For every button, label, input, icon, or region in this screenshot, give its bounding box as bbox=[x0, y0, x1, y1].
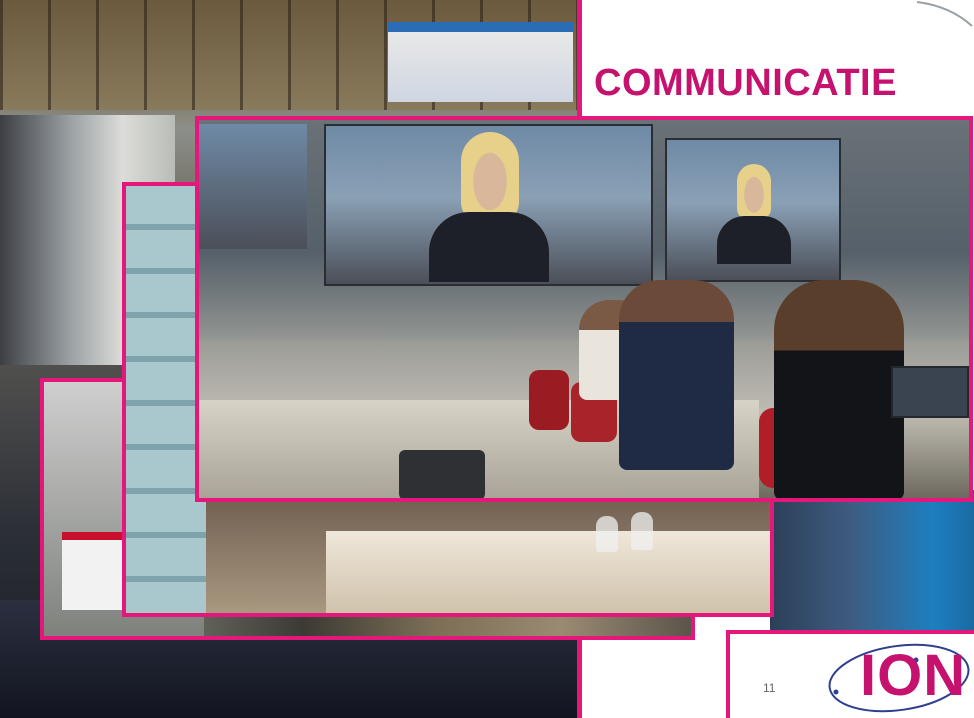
photo-right-edge bbox=[770, 490, 974, 650]
red-chair bbox=[529, 370, 569, 430]
dinner-window-wall bbox=[126, 186, 206, 613]
attendee bbox=[619, 280, 734, 470]
speaker-face bbox=[737, 164, 771, 220]
page-number: 11 bbox=[763, 681, 776, 695]
wine-glass bbox=[631, 512, 653, 550]
photo-conference-room bbox=[195, 116, 973, 502]
attendee bbox=[774, 280, 904, 498]
laptop bbox=[891, 366, 969, 418]
speaker-body bbox=[717, 216, 791, 264]
microphone-base bbox=[399, 450, 485, 498]
hall-banner-sign bbox=[388, 22, 573, 102]
wine-glass bbox=[596, 516, 618, 552]
logo-text: ION bbox=[860, 643, 967, 708]
speaker-body bbox=[429, 212, 549, 282]
speaker-face bbox=[461, 132, 519, 222]
dinner-table bbox=[326, 531, 770, 613]
projection-screen-left bbox=[199, 124, 307, 249]
corner-swoosh-decoration bbox=[916, 1, 973, 27]
slide-title: COMMUNICATIE bbox=[594, 62, 897, 104]
